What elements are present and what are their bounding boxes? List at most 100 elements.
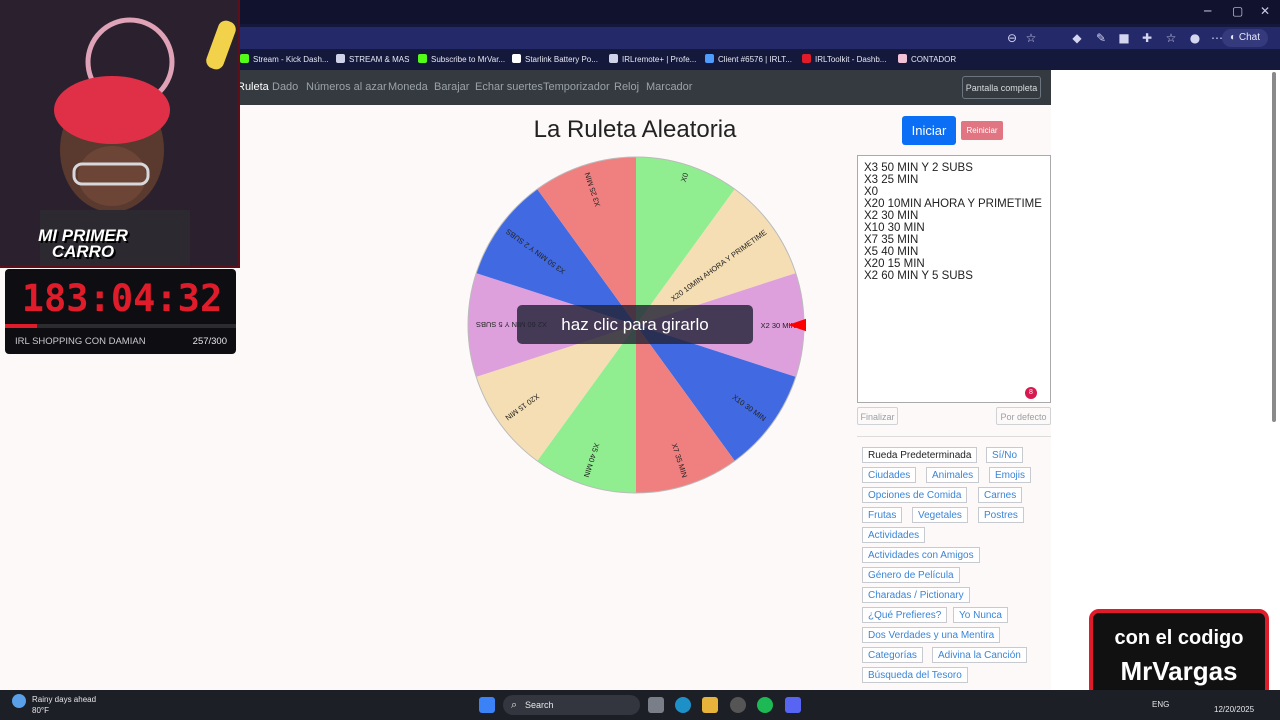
entry-line: X0 [864, 186, 879, 198]
close-icon[interactable]: ✕ [1260, 4, 1270, 18]
file-explorer-icon[interactable] [702, 697, 718, 713]
bookmark-item[interactable]: IRLremote+ | Profe... [609, 52, 696, 67]
preset-si-no[interactable]: Sí/No [986, 447, 1024, 463]
promo-line1: con el codigo [1114, 627, 1244, 649]
entry-line: X10 30 MIN [864, 222, 925, 234]
grammarly-badge[interactable]: 8 [1025, 387, 1037, 399]
zoom-icon[interactable]: ⊖ [1004, 30, 1020, 46]
preset-dos-verdades[interactable]: Dos Verdades y una Mentira [862, 627, 1001, 643]
timer-progress-fill [5, 324, 38, 328]
preset-default-wheel[interactable]: Rueda Predeterminada [862, 447, 978, 463]
bookmark-item[interactable]: Client #6576 | IRLT... [705, 52, 792, 67]
entries-textarea[interactable]: X3 50 MIN Y 2 SUBS X3 25 MIN X0 X20 10MI… [857, 155, 1051, 403]
timer-count: 257/300 [192, 336, 227, 347]
bookmark-item[interactable]: Starlink Battery Po... [512, 52, 598, 67]
windows-taskbar [0, 690, 1280, 720]
preset-actividades-amigos[interactable]: Actividades con Amigos [862, 547, 980, 563]
preset-actividades[interactable]: Actividades [862, 527, 926, 543]
preset-comida[interactable]: Opciones de Comida [862, 487, 968, 503]
entry-line: X7 35 MIN [864, 234, 919, 246]
maximize-icon[interactable]: ▢ [1232, 4, 1243, 18]
nav-ruleta[interactable]: Ruleta [237, 81, 269, 93]
discord-icon[interactable] [785, 697, 801, 713]
bookmark-item[interactable]: Stream - Kick Dash... [240, 52, 329, 67]
empty-browser-area [1051, 70, 1280, 690]
nav-numeros[interactable]: Números al azar [306, 81, 387, 93]
entry-line: X5 40 MIN [864, 246, 919, 258]
spin-hint-label[interactable]: haz clic para girarlo [517, 305, 753, 344]
nav-dado[interactable]: Dado [272, 81, 298, 93]
client-icon [705, 54, 714, 63]
obs-icon[interactable] [730, 697, 746, 713]
edge-icon[interactable] [675, 697, 691, 713]
puzzle-extension-icon[interactable]: ✚ [1139, 30, 1155, 46]
scrollbar-thumb[interactable] [1272, 72, 1276, 422]
nav-temporizador[interactable]: Temporizador [543, 81, 610, 93]
preset-vegetales[interactable]: Vegetales [912, 507, 968, 523]
kick-icon [418, 54, 427, 63]
pen-extension-icon[interactable]: ✎ [1093, 30, 1109, 46]
preset-adivina-cancion[interactable]: Adivina la Canción [932, 647, 1027, 663]
taskbar-date[interactable]: 12/20/2025 [1214, 705, 1254, 714]
preset-postres[interactable]: Postres [978, 507, 1024, 523]
profile-avatar-icon[interactable]: ● [1187, 30, 1203, 46]
start-button[interactable]: Iniciar [902, 116, 956, 145]
preset-que-prefieres[interactable]: ¿Qué Prefieres? [862, 607, 948, 623]
preset-animales[interactable]: Animales [926, 467, 980, 483]
timer-caption: IRL SHOPPING CON DAMIAN [15, 336, 146, 347]
webcam-overlay: MI PRIMER CARRO [0, 0, 240, 268]
bookmark-item[interactable]: IRLToolkit - Dashb... [802, 52, 886, 67]
search-icon: ⌕ [511, 698, 518, 711]
car-banner: MI PRIMER CARRO [38, 226, 128, 261]
start-windows-icon[interactable] [479, 697, 495, 713]
entry-line: X2 30 MIN [864, 210, 919, 222]
copilot-chat-button[interactable]: ◐ Chat [1222, 29, 1268, 47]
copilot-icon: ◐ [1230, 32, 1239, 43]
entry-line: X20 10MIN AHORA Y PRIMETIME [864, 198, 1042, 210]
bookmark-item[interactable]: CONTADOR [898, 52, 956, 67]
default-button[interactable]: Por defecto [996, 407, 1051, 425]
preset-carnes[interactable]: Carnes [978, 487, 1023, 503]
language-indicator[interactable]: ENG [1152, 700, 1169, 709]
preset-busqueda-tesoro[interactable]: Búsqueda del Tesoro [862, 667, 968, 683]
minimize-icon[interactable]: ─ [1204, 4, 1211, 18]
entry-line: X20 15 MIN [864, 258, 925, 270]
favorite-star-icon[interactable]: ☆ [1023, 30, 1039, 46]
taskbar-search[interactable]: ⌕ Search [503, 695, 640, 715]
address-bar-toolbar: ⊖ ☆ ◆ ✎ ■ ✚ ☆ ● ⋯ ◐ Chat [236, 27, 1280, 49]
bookmarks-bar: Stream - Kick Dash... STREAM & MAS Subsc… [236, 49, 1280, 70]
counter-icon [898, 54, 907, 63]
reset-button[interactable]: Reiniciar [961, 121, 1003, 140]
preset-emojis[interactable]: Emojis [989, 467, 1032, 483]
preset-charadas[interactable]: Charadas / Pictionary [862, 587, 970, 603]
nav-reloj[interactable]: Reloj [614, 81, 639, 93]
nav-marcador[interactable]: Marcador [646, 81, 692, 93]
irltoolkit-icon [802, 54, 811, 63]
favorites-icon[interactable]: ☆ [1163, 30, 1179, 46]
bookmark-item[interactable]: Subscribe to MrVar... [418, 52, 505, 67]
bookmark-item[interactable]: STREAM & MAS [336, 52, 409, 67]
preset-genero-pelicula[interactable]: Género de Película [862, 567, 960, 583]
preset-frutas[interactable]: Frutas [862, 507, 903, 523]
weather-temp[interactable]: 80°F [32, 706, 49, 715]
fullscreen-button[interactable]: Pantalla completa [962, 76, 1041, 99]
spotify-icon[interactable] [757, 697, 773, 713]
weather-icon[interactable] [12, 694, 26, 708]
weather-title[interactable]: Rainy days ahead [32, 695, 96, 704]
search-label: Search [525, 700, 554, 710]
preset-yo-nunca[interactable]: Yo Nunca [953, 607, 1008, 623]
globe-icon [609, 54, 618, 63]
preset-categorias[interactable]: Categorías [862, 647, 923, 663]
nav-barajar[interactable]: Barajar [434, 81, 469, 93]
finalize-button[interactable]: Finalizar [857, 407, 898, 425]
nav-echar-suertes[interactable]: Echar suertes [475, 81, 543, 93]
nav-moneda[interactable]: Moneda [388, 81, 428, 93]
red-extension-icon[interactable]: ■ [1116, 30, 1132, 46]
entry-line: X2 60 MIN Y 5 SUBS [864, 270, 973, 282]
timer-progress-bar [5, 324, 236, 328]
preset-ciudades[interactable]: Ciudades [862, 467, 917, 483]
extension-icon[interactable]: ◆ [1069, 30, 1085, 46]
task-view-icon[interactable] [648, 697, 664, 713]
page-scrollbar[interactable] [1270, 72, 1278, 422]
divider [857, 436, 1051, 437]
